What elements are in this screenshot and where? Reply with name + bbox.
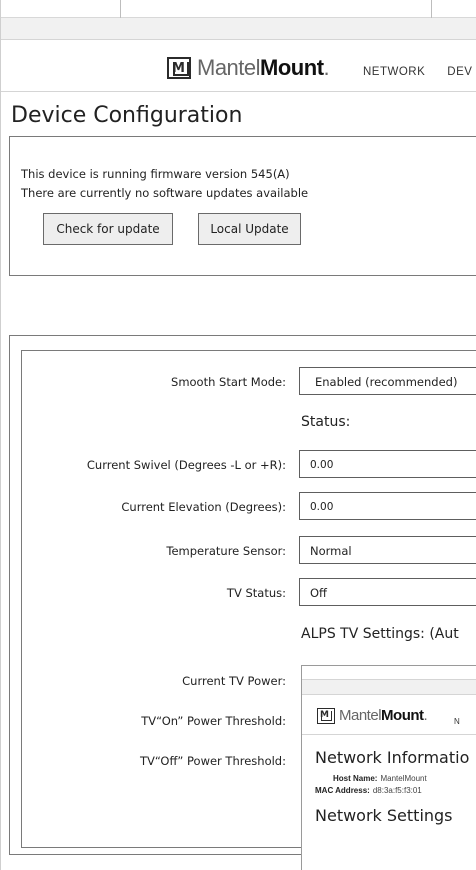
tv-status-label: TV Status: <box>226 586 286 600</box>
toolbar <box>1 18 476 40</box>
elevation-label: Current Elevation (Degrees): <box>121 500 286 514</box>
swivel-field[interactable]: 0.00 <box>299 450 476 478</box>
smooth-start-select[interactable]: Enabled (recommended) <box>299 367 476 395</box>
alps-heading: ALPS TV Settings: (Aut <box>301 626 459 642</box>
page-title: Device Configuration <box>11 103 243 128</box>
tv-status-field[interactable]: Off <box>299 578 476 606</box>
nav-device[interactable]: DEV <box>447 66 472 78</box>
temperature-field[interactable]: Normal <box>299 536 476 564</box>
embedded-nav: N <box>454 717 460 726</box>
strip-divider <box>431 0 432 18</box>
firmware-update-text: There are currently no software updates … <box>21 186 309 200</box>
firmware-version-text: This device is running firmware version … <box>21 167 290 181</box>
embedded-logo: M MantelMount. <box>317 707 428 724</box>
top-strip <box>1 0 476 18</box>
embedded-logo-text: MantelMount. <box>339 707 428 724</box>
swivel-label: Current Swivel (Degrees -L or +R): <box>86 458 286 472</box>
strip-divider <box>120 0 121 18</box>
smooth-start-label: Smooth Start Mode: <box>171 375 286 389</box>
off-threshold-label: TV“Off” Power Threshold: <box>139 754 286 768</box>
on-threshold-label: TV“On” Power Threshold: <box>141 714 286 728</box>
temperature-label: Temperature Sensor: <box>166 544 286 558</box>
embedded-header: M MantelMount. N <box>302 695 476 735</box>
firmware-panel <box>9 136 476 276</box>
tv-power-label: Current TV Power: <box>182 674 286 688</box>
elevation-field[interactable]: 0.00 <box>299 492 476 520</box>
local-update-button[interactable]: Local Update <box>198 213 301 245</box>
logo-text: MantelMount. <box>197 55 330 80</box>
logo-icon: M <box>167 57 191 79</box>
embedded-settings-title: Network Settings <box>315 806 453 825</box>
nav-network[interactable]: NETWORK <box>363 66 425 78</box>
site-header: M MantelMount. NETWORK DEV <box>1 40 476 92</box>
embedded-mac-row: MAC Address: d8:3a:f5:f3:01 <box>315 786 422 795</box>
embedded-title: Network Informatio <box>315 748 470 767</box>
mantelmount-logo[interactable]: M MantelMount. <box>167 55 330 80</box>
browser-viewport: M MantelMount. NETWORK DEV Device Config… <box>0 0 476 870</box>
check-for-update-button[interactable]: Check for update <box>43 213 173 245</box>
embedded-toolbar <box>302 679 476 695</box>
embedded-network-page[interactable]: M MantelMount. N Network Informatio Host… <box>301 665 476 870</box>
embedded-logo-icon: M <box>317 707 335 724</box>
status-heading: Status: <box>301 414 351 430</box>
top-nav: NETWORK DEV <box>363 66 476 78</box>
embedded-host-row: Host Name: MantelMount <box>333 774 427 783</box>
